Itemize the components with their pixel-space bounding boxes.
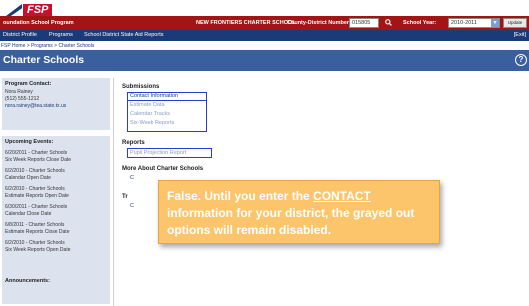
event-item: 6/8/2011 - Charter Schools Estimate Repo… [5,222,107,235]
event-desc: Six Week Reports Open Date [5,246,71,253]
breadcrumb-home[interactable]: FSP Home [1,43,25,49]
event-desc: Estimate Reports Open Date [5,192,69,199]
event-item: 6/20/2011 - Charter Schools Six Week Rep… [5,150,107,163]
announcements-heading: Announcements: [5,278,50,284]
contact-email-link[interactable]: nora.rainey@tea.state.tx.us [5,103,107,110]
more-about-link[interactable]: C [130,175,134,181]
main-nav: District Profile Programs School Distric… [0,30,529,41]
school-name: NEW FRONTIERS CHARTER SCHOOL [196,20,296,26]
event-item: 6/2/2010 - Charter Schools Estimate Repo… [5,186,107,199]
page-title: Charter Schools [3,54,85,66]
contact-phone: (512) 555-1212 [5,96,40,102]
program-name: oundation School Program [3,20,74,26]
program-contact-box: Program Contact: Nora Rainey (512) 555-1… [2,78,110,130]
training-link[interactable]: C [130,203,134,209]
event-desc: Six Week Reports Close Date [5,156,72,163]
callout-text-end: information for your district, the graye… [167,206,415,237]
event-desc: Estimate Reports Close Date [5,228,70,235]
nav-district-profile[interactable]: District Profile [3,30,37,41]
fsp-logo[interactable]: FSP [6,1,53,16]
event-item: 6/2/2010 - Charter Schools Calendar Open… [5,168,107,181]
sidebar: Program Contact: Nora Rainey (512) 555-1… [0,78,114,306]
upcoming-events-box: Upcoming Events: 6/20/2011 - Charter Sch… [2,136,110,304]
breadcrumb-programs[interactable]: Programs [31,43,53,49]
event-item: 6/2/2010 - Charter Schools Six Week Repo… [5,240,107,253]
callout-emphasis: CONTACT [313,189,371,203]
school-year-label: School Year: [403,20,437,26]
breadcrumb-separator: > [54,43,58,49]
county-district-input[interactable]: 015805 [349,18,379,28]
search-icon[interactable] [385,19,392,26]
help-icon[interactable]: ? [515,54,527,66]
school-year-value: 2010-2011 [451,20,477,26]
breadcrumb: FSP Home > Programs > Charter Schools [1,43,94,49]
header-bar: oundation School Program NEW FRONTIERS C… [0,16,529,30]
logo-swoosh-icon [6,4,22,16]
nav-programs[interactable]: Programs [49,30,73,41]
six-week-reports-link: Six-Week Reports [130,120,175,126]
chevron-down-icon[interactable]: ▼ [491,19,499,27]
event-item: 6/30/2011 - Charter Schools Calendar Clo… [5,204,107,217]
update-button[interactable]: Update [503,18,527,28]
reports-heading: Reports [122,140,145,146]
nav-state-aid-reports[interactable]: School District State Aid Reports [84,30,163,41]
calendar-tracks-link: Calendar Tracks [130,111,171,117]
contact-name: Nora Rainey [5,89,33,95]
school-year-select[interactable]: 2010-2011 ▼ [448,18,500,28]
county-district-label: County-District Number: [287,20,351,26]
feedback-callout: False. Until you enter the CONTACT infor… [158,180,440,244]
breadcrumb-current: Charter Schools [58,43,95,49]
event-desc: Calendar Close Date [5,210,52,217]
callout-text-start: False. Until you enter the [167,189,314,203]
event-desc: Calendar Open Date [5,174,51,181]
estimate-data-link: Estimate Data [130,102,165,108]
logo-text: FSP [23,4,53,16]
pupil-projection-report-link: Pupil Projection Report [130,150,187,156]
submissions-heading: Submissions [122,84,160,90]
callout-text: False. Until you enter the CONTACT infor… [167,188,431,239]
contact-information-link[interactable]: Contact Information [130,93,178,99]
title-bar: Charter Schools ? [0,50,529,71]
more-about-heading: More About Charter Schools [122,166,204,172]
training-heading: Tr [122,194,128,200]
contact-heading: Program Contact: [5,81,52,87]
logo-bar: FSP [0,0,529,16]
exit-link[interactable]: [Exit] [514,30,526,41]
breadcrumb-separator: > [26,43,30,49]
events-heading: Upcoming Events: [5,139,54,145]
